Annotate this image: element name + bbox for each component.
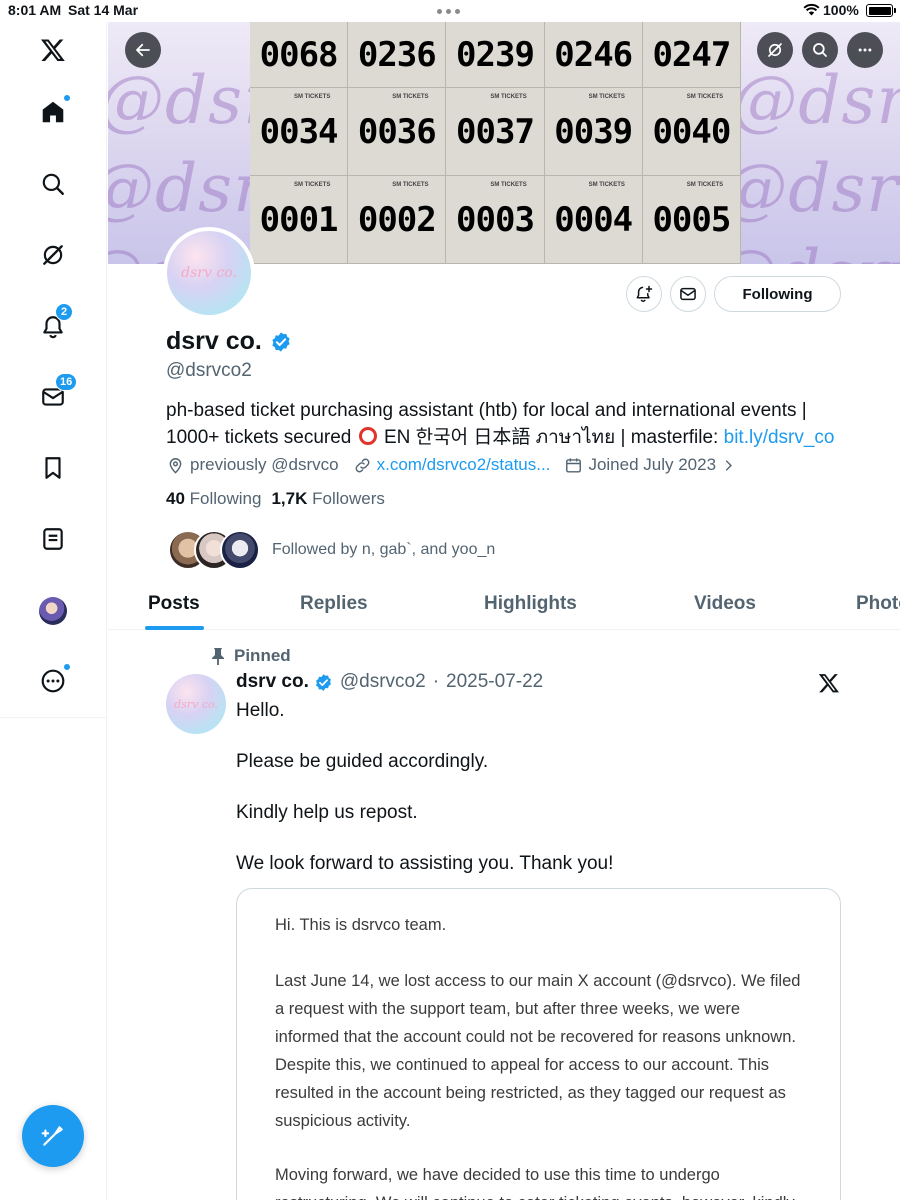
- display-name: dsrv co.: [166, 327, 292, 356]
- post-header: dsrv co. @dsrvco2 · 2025-07-22: [236, 671, 543, 693]
- post-text-line: We look forward to assisting you. Thank …: [236, 853, 614, 874]
- location-pin-icon: [169, 457, 182, 474]
- bell-plus-icon: [636, 285, 653, 302]
- tab-posts[interactable]: Posts: [148, 593, 200, 615]
- grok-icon: [768, 43, 782, 57]
- grok-button[interactable]: [757, 32, 793, 68]
- image-text-line: Despite this, we continued to appeal for…: [275, 1056, 770, 1074]
- profile-stats: 40 Following 1,7K Followers: [166, 489, 385, 509]
- more-options-button[interactable]: [847, 32, 883, 68]
- calendar-icon: [566, 457, 582, 473]
- more-unread-dot: [63, 663, 71, 671]
- grok-icon[interactable]: [33, 235, 73, 275]
- back-button[interactable]: [125, 32, 161, 68]
- post-author-avatar[interactable]: dsrv co.: [166, 674, 226, 734]
- compose-post-button[interactable]: [22, 1105, 84, 1167]
- envelope-icon: [680, 287, 696, 301]
- x-logo-icon[interactable]: [33, 30, 73, 70]
- bio-link[interactable]: bit.ly/dsrv_co: [724, 427, 835, 448]
- profile-handle: @dsrvco2: [166, 360, 252, 381]
- x-logo-icon: [818, 674, 839, 693]
- image-text-line: resulted in the account being restricted…: [275, 1084, 786, 1102]
- image-text-line: suspicious activity.: [275, 1112, 411, 1130]
- status-date: Sat 14 Mar: [68, 2, 139, 18]
- profile-avatar[interactable]: dsrv co.: [163, 227, 255, 319]
- profile-bio: ph-based ticket purchasing assistant (ht…: [166, 400, 835, 448]
- pin-icon: [212, 648, 224, 665]
- wifi-icon: [803, 3, 820, 16]
- home-unread-dot: [63, 94, 71, 102]
- back-arrow-icon: [136, 43, 150, 57]
- profile-tabs: Posts Replies Highlights Videos Photos: [108, 578, 900, 630]
- messages-badge: 16: [55, 373, 78, 391]
- notify-bell-button[interactable]: [626, 276, 662, 312]
- search-profile-button[interactable]: [802, 32, 838, 68]
- post-attached-image[interactable]: Hi. This is dsrvco team. Last June 14, w…: [236, 888, 841, 1200]
- status-time: 8:01 AM: [8, 2, 62, 18]
- battery-percent: 100%: [823, 2, 859, 18]
- followed-by[interactable]: Followed by n, gab`, and yoo_n: [168, 530, 495, 570]
- profile-location: previously @dsrvco: [190, 455, 339, 474]
- image-text-line: Moving forward, we have decided to use t…: [275, 1166, 720, 1184]
- image-text-line: a request with the support team, but aft…: [275, 1000, 740, 1018]
- battery-icon: [866, 4, 896, 17]
- avatar-logo-text: dsrv co.: [174, 697, 218, 711]
- post-author-name[interactable]: dsrv co.: [236, 671, 309, 693]
- image-text-line: restructuring. We will continue to cater…: [275, 1190, 805, 1200]
- followed-by-text: Followed by n, gab`, and yoo_n: [272, 541, 496, 558]
- sidebar-divider: [0, 717, 106, 718]
- tab-replies[interactable]: Replies: [300, 593, 368, 615]
- following-button[interactable]: Following: [714, 276, 841, 312]
- image-text-line: Hi. This is dsrvco team.: [275, 916, 447, 934]
- post-text-line: Kindly help us repost.: [236, 802, 418, 823]
- image-text-line: informed that the account could not be r…: [275, 1028, 796, 1046]
- profile-meta: previously @dsrvco x.com/dsrvco2/status.…: [166, 455, 750, 475]
- following-count-link[interactable]: 40 Following: [166, 489, 261, 509]
- pinned-label: Pinned: [210, 646, 291, 666]
- profile-joined: Joined July 2023: [588, 455, 717, 474]
- profile-avatar-icon[interactable]: [33, 591, 73, 631]
- sidebar: 2 16: [0, 22, 107, 1200]
- status-bar: 8:01 AM Sat 14 Mar 100%: [0, 0, 900, 22]
- profile-website-link[interactable]: x.com/dsrvco2/status...: [377, 455, 551, 475]
- followers-count-link[interactable]: 1,7K Followers: [271, 489, 384, 509]
- multitasking-dots-icon[interactable]: [437, 9, 460, 14]
- chevron-right-icon[interactable]: [721, 458, 736, 473]
- red-circle-emoji-icon: [358, 427, 377, 445]
- search-icon[interactable]: [33, 164, 73, 204]
- post-text-line: Hello.: [236, 700, 285, 721]
- message-button[interactable]: [670, 276, 706, 312]
- verified-badge-icon[interactable]: [314, 673, 333, 692]
- post-date[interactable]: 2025-07-22: [446, 671, 543, 693]
- post-author-handle: @dsrvco2: [339, 671, 426, 692]
- follower-avatar: [220, 530, 260, 570]
- avatar-logo-text: dsrv co.: [181, 265, 237, 281]
- link-icon: [355, 458, 370, 472]
- home-icon[interactable]: [33, 92, 73, 132]
- lists-icon[interactable]: [33, 519, 73, 559]
- notifications-bell-icon[interactable]: 2: [33, 303, 73, 347]
- post-text-line: Please be guided accordingly.: [236, 751, 489, 772]
- more-options-icon[interactable]: [33, 661, 73, 701]
- notifications-badge: 2: [55, 303, 73, 321]
- image-text-line: Last June 14, we lost access to our main…: [275, 972, 801, 990]
- tab-photos[interactable]: Photos: [856, 593, 900, 615]
- more-horizontal-icon: [858, 48, 872, 52]
- active-tab-indicator: [145, 626, 204, 630]
- messages-envelope-icon[interactable]: 16: [33, 373, 78, 417]
- bookmarks-icon[interactable]: [33, 448, 73, 488]
- verified-badge-icon[interactable]: [270, 331, 292, 353]
- banner-tickets-photo: 0068 0236 0239 0246 0247 SM TICKETS 0034 …: [250, 22, 741, 264]
- post-separator: ·: [432, 671, 440, 692]
- compose-feather-icon: [41, 1126, 63, 1146]
- tab-videos[interactable]: Videos: [694, 593, 756, 615]
- search-icon: [813, 43, 827, 57]
- tab-highlights[interactable]: Highlights: [484, 593, 577, 615]
